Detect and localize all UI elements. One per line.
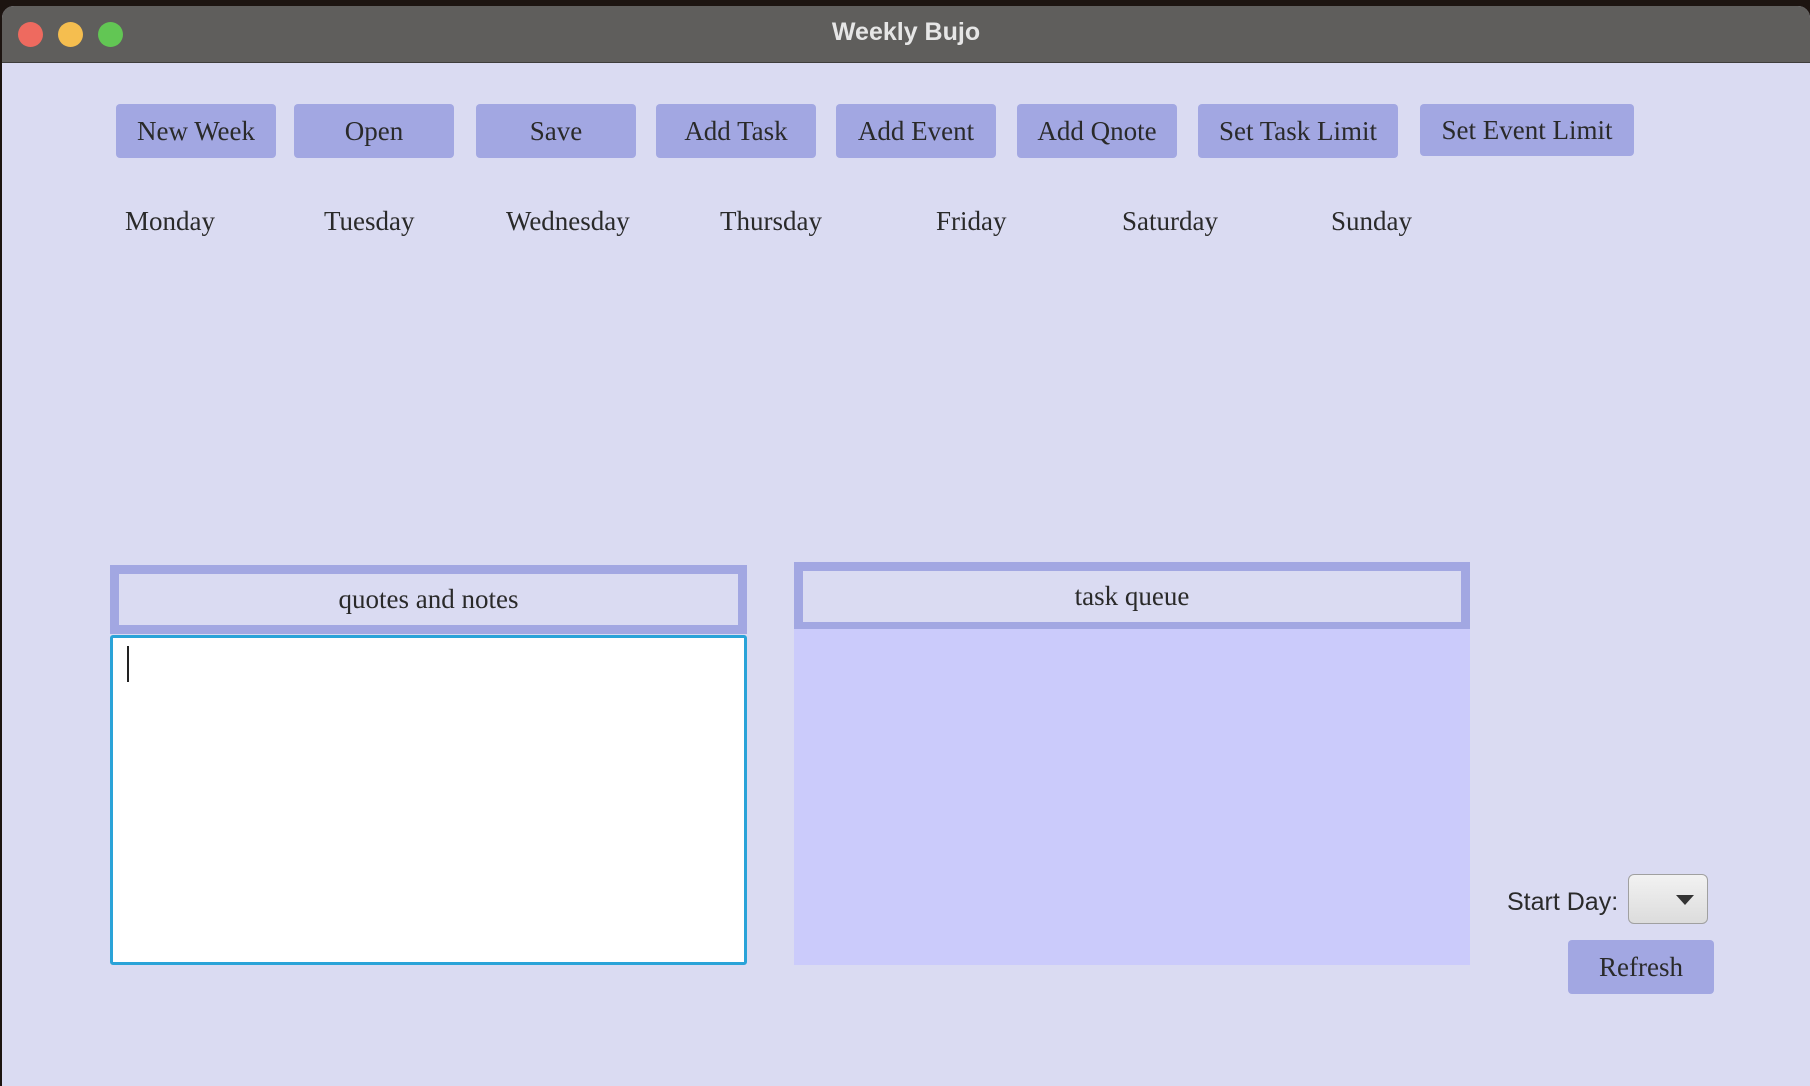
task-queue-header-label: task queue — [803, 571, 1461, 622]
window-title: Weekly Bujo — [831, 18, 981, 46]
day-label-monday: Monday — [125, 206, 215, 236]
day-label-tuesday: Tuesday — [324, 206, 415, 236]
task-queue-area — [794, 629, 1470, 965]
notes-header-label: quotes and notes — [119, 574, 738, 625]
text-caret — [127, 646, 129, 682]
title-bar: Weekly Bujo — [2, 6, 1810, 63]
notes-header: quotes and notes — [110, 565, 747, 634]
add-quote-button[interactable]: Add Qnote — [1017, 104, 1177, 158]
open-button[interactable]: Open — [294, 104, 454, 158]
set-event-limit-button[interactable]: Set Event Limit — [1420, 104, 1634, 156]
day-label-friday: Friday — [936, 206, 1007, 236]
start-day-select[interactable] — [1628, 874, 1708, 924]
add-task-button[interactable]: Add Task — [656, 104, 816, 158]
refresh-button[interactable]: Refresh — [1568, 940, 1714, 994]
save-button[interactable]: Save — [476, 104, 636, 158]
day-label-thursday: Thursday — [720, 206, 822, 236]
notes-textarea[interactable] — [110, 635, 747, 965]
day-label-wednesday: Wednesday — [506, 206, 630, 236]
start-day-label: Start Day: — [1507, 888, 1619, 916]
dropdown-arrow-icon — [1676, 895, 1694, 905]
day-label-saturday: Saturday — [1122, 206, 1218, 236]
set-task-limit-button[interactable]: Set Task Limit — [1198, 104, 1398, 158]
task-queue-header: task queue — [794, 562, 1470, 631]
day-label-sunday: Sunday — [1331, 206, 1412, 236]
new-week-button[interactable]: New Week — [116, 104, 276, 158]
app-window: Weekly Bujo New Week Open Save Add Task … — [2, 6, 1810, 1086]
add-event-button[interactable]: Add Event — [836, 104, 996, 158]
